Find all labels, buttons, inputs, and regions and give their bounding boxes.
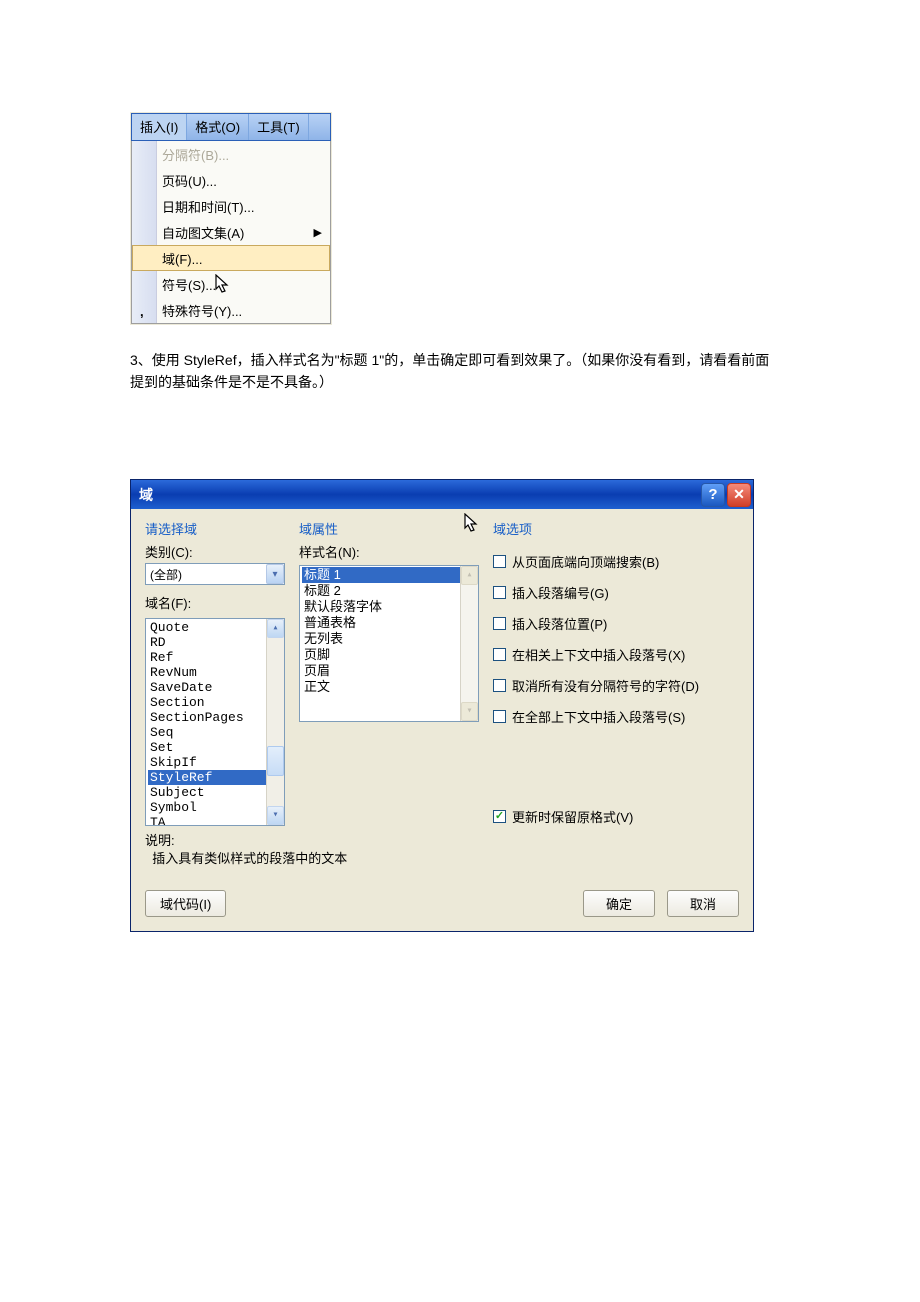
- option-insert-para-pos[interactable]: 插入段落位置(P): [493, 614, 739, 633]
- list-item[interactable]: SkipIf: [148, 755, 284, 770]
- cancel-button[interactable]: 取消: [667, 890, 739, 917]
- select-field-label: 请选择域: [145, 519, 285, 538]
- description-label: 说明:: [145, 833, 175, 848]
- menu-item-label: 域(F)...: [162, 249, 202, 268]
- stylename-listbox[interactable]: 标题 1 标题 2 默认段落字体 普通表格 无列表 页脚 页眉 正文 ▴ ▾: [299, 565, 479, 722]
- field-properties-label: 域属性: [299, 519, 479, 538]
- menu-item-symbol[interactable]: 符号(S)...: [132, 271, 330, 297]
- checkbox[interactable]: [493, 648, 506, 661]
- option-label: 在全部上下文中插入段落号(S): [512, 707, 685, 726]
- list-item-selected[interactable]: StyleRef: [148, 770, 284, 785]
- checkbox[interactable]: [493, 617, 506, 630]
- field-dialog: 域 ? ✕ 请选择域 类别(C): (全部) ▾ 域名(F):: [130, 479, 754, 932]
- menu-format[interactable]: 格式(O): [187, 114, 249, 140]
- insert-menu: 插入(I) 格式(O) 工具(T) 分隔符(B)... 页码(U)... 日期和…: [130, 112, 332, 325]
- list-item[interactable]: RevNum: [148, 665, 284, 680]
- checkbox[interactable]: [493, 679, 506, 692]
- option-label: 更新时保留原格式(V): [512, 807, 633, 826]
- option-insert-relative-context[interactable]: 在相关上下文中插入段落号(X): [493, 645, 739, 664]
- option-preserve-format[interactable]: 更新时保留原格式(V): [493, 807, 739, 826]
- checkbox-checked[interactable]: [493, 810, 506, 823]
- menu-item-label: 符号(S)...: [162, 275, 216, 294]
- list-item[interactable]: Section: [148, 695, 284, 710]
- list-item-selected[interactable]: 标题 1: [302, 567, 478, 583]
- scroll-down-icon[interactable]: ▾: [267, 806, 284, 825]
- list-item[interactable]: 默认段落字体: [302, 599, 478, 615]
- cursor-icon: [464, 513, 480, 536]
- list-item[interactable]: 标题 2: [302, 583, 478, 599]
- list-item[interactable]: 无列表: [302, 631, 478, 647]
- category-dropdown[interactable]: (全部) ▾: [145, 563, 285, 585]
- menu-tools[interactable]: 工具(T): [249, 114, 309, 140]
- menu-bar: 插入(I) 格式(O) 工具(T): [131, 113, 331, 141]
- list-item[interactable]: Seq: [148, 725, 284, 740]
- option-insert-full-context[interactable]: 在全部上下文中插入段落号(S): [493, 707, 739, 726]
- option-label: 插入段落编号(G): [512, 583, 609, 602]
- description: 说明: 插入具有类似样式的段落中的文本: [145, 832, 739, 868]
- cursor-icon: [215, 274, 231, 297]
- menu-item-field[interactable]: 域(F)...: [132, 245, 330, 271]
- menu-item-separator: 分隔符(B)...: [132, 141, 330, 167]
- menu-item-label: 页码(U)...: [162, 171, 217, 190]
- ok-button[interactable]: 确定: [583, 890, 655, 917]
- fieldname-listbox[interactable]: Quote RD Ref RevNum SaveDate Section Sec…: [145, 618, 285, 826]
- scrollbar[interactable]: ▴ ▾: [460, 566, 478, 721]
- dialog-title: 域: [139, 485, 153, 505]
- close-button[interactable]: ✕: [727, 483, 751, 507]
- help-button[interactable]: ?: [701, 483, 725, 507]
- scrollbar[interactable]: ▴ ▾: [266, 619, 284, 825]
- option-label: 在相关上下文中插入段落号(X): [512, 645, 685, 664]
- list-item[interactable]: SectionPages: [148, 710, 284, 725]
- dialog-titlebar: 域 ? ✕: [131, 480, 753, 509]
- checkbox[interactable]: [493, 710, 506, 723]
- menu-item-autotext[interactable]: 自动图文集(A) ▶: [132, 219, 330, 245]
- scroll-up-icon[interactable]: ▴: [461, 566, 478, 585]
- option-label: 取消所有没有分隔符号的字符(D): [512, 676, 699, 695]
- option-insert-para-num[interactable]: 插入段落编号(G): [493, 583, 739, 602]
- menu-insert[interactable]: 插入(I): [132, 114, 187, 140]
- option-suppress-nondelim[interactable]: 取消所有没有分隔符号的字符(D): [493, 676, 739, 695]
- option-label: 插入段落位置(P): [512, 614, 607, 633]
- stylename-label: 样式名(N):: [299, 542, 479, 561]
- dropdown-value: (全部): [150, 566, 182, 583]
- list-item[interactable]: Quote: [148, 620, 284, 635]
- list-item[interactable]: SaveDate: [148, 680, 284, 695]
- list-item[interactable]: Symbol: [148, 800, 284, 815]
- menu-item-date-time[interactable]: 日期和时间(T)...: [132, 193, 330, 219]
- menu-item-label: 自动图文集(A): [162, 223, 244, 242]
- field-codes-button[interactable]: 域代码(I): [145, 890, 226, 917]
- field-options-label: 域选项: [493, 519, 739, 538]
- menu-item-label: 特殊符号(Y)...: [162, 301, 242, 320]
- list-item[interactable]: RD: [148, 635, 284, 650]
- chevron-down-icon: ▾: [266, 564, 284, 584]
- list-item[interactable]: Ref: [148, 650, 284, 665]
- list-item[interactable]: 普通表格: [302, 615, 478, 631]
- menu-item-page-number[interactable]: 页码(U)...: [132, 167, 330, 193]
- menu-item-label: 日期和时间(T)...: [162, 197, 254, 216]
- menu-dropdown: 分隔符(B)... 页码(U)... 日期和时间(T)... 自动图文集(A) …: [131, 141, 331, 324]
- menu-item-label: 分隔符(B)...: [162, 145, 229, 164]
- submenu-arrow-icon: ▶: [314, 226, 322, 239]
- list-item[interactable]: 页眉: [302, 663, 478, 679]
- menu-item-special-symbol[interactable]: , 特殊符号(Y)...: [132, 297, 330, 323]
- description-text: 插入具有类似样式的段落中的文本: [152, 851, 347, 866]
- scroll-down-icon[interactable]: ▾: [461, 702, 478, 721]
- option-search-bottom[interactable]: 从页面底端向顶端搜索(B): [493, 552, 739, 571]
- list-item[interactable]: TA: [148, 815, 284, 826]
- list-item[interactable]: Set: [148, 740, 284, 755]
- scroll-up-icon[interactable]: ▴: [267, 619, 284, 638]
- category-label: 类别(C):: [145, 542, 285, 561]
- fieldname-label: 域名(F):: [145, 593, 285, 612]
- list-item[interactable]: 页脚: [302, 647, 478, 663]
- checkbox[interactable]: [493, 555, 506, 568]
- instruction-text: 3、使用 StyleRef，插入样式名为"标题 1"的，单击确定即可看到效果了。…: [130, 349, 770, 393]
- checkbox[interactable]: [493, 586, 506, 599]
- option-label: 从页面底端向顶端搜索(B): [512, 552, 659, 571]
- bullet-icon: ,: [140, 304, 146, 310]
- list-item[interactable]: 正文: [302, 679, 478, 695]
- list-item[interactable]: Subject: [148, 785, 284, 800]
- scroll-thumb[interactable]: [267, 746, 284, 776]
